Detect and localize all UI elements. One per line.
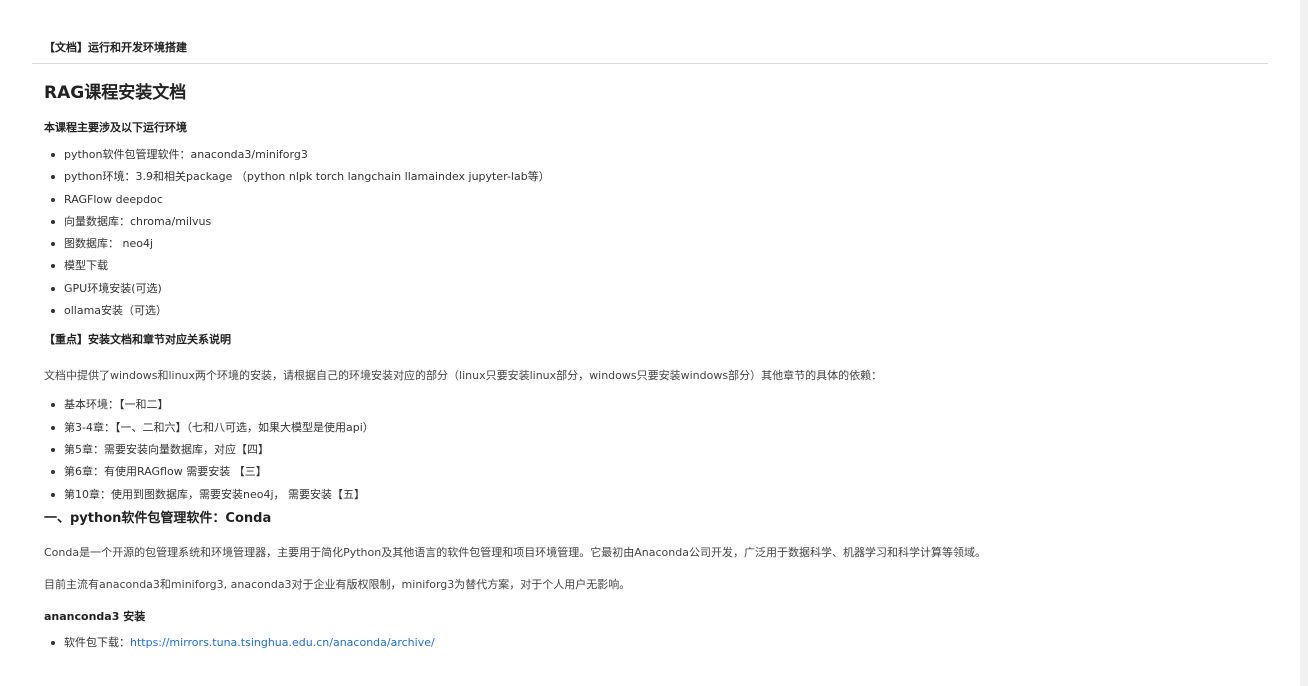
- list-item: 基本环境：【一和二】: [44, 394, 1268, 416]
- list-item: GPU环境安装(可选): [44, 278, 1268, 300]
- list-item: python软件包管理软件：anaconda3/miniforg3: [44, 144, 1268, 166]
- env-list: python软件包管理软件：anaconda3/miniforg3 python…: [44, 144, 1268, 322]
- doc-title: RAG课程安装文档: [44, 83, 187, 103]
- document-header: 【文档】运行和开发环境搭建: [32, 0, 1268, 64]
- document-page: 【文档】运行和开发环境搭建 RAG课程安装文档 本课程主要涉及以下运行环境 py…: [0, 0, 1308, 686]
- list-item: 第5章：需要安装向量数据库，对应【四】: [44, 439, 1268, 461]
- document-header-title: 【文档】运行和开发环境搭建: [44, 41, 187, 54]
- section-conda-title: 一、python软件包管理软件：Conda: [44, 510, 272, 526]
- download-link[interactable]: https://mirrors.tuna.tsinghua.edu.cn/ana…: [130, 636, 435, 649]
- list-item: 软件包下载：https://mirrors.tuna.tsinghua.edu.…: [44, 632, 1268, 654]
- document-body: RAG课程安装文档 本课程主要涉及以下运行环境 python软件包管理软件：an…: [32, 82, 1268, 654]
- list-item: 向量数据库：chroma/milvus: [44, 211, 1268, 233]
- chapter-list: 基本环境：【一和二】 第3-4章：【一、二和六】（七和八可选，如果大模型是使用a…: [44, 394, 1268, 505]
- list-item: RAGFlow deepdoc: [44, 189, 1268, 211]
- key-paragraph: 文档中提供了windows和linux两个环境的安装，请根据自己的环境安装对应的…: [44, 369, 883, 383]
- conda-paragraph-2: 目前主流有anaconda3和miniforg3, anaconda3对于企业有…: [44, 577, 631, 591]
- vertical-scrollbar[interactable]: [1300, 0, 1308, 686]
- key-heading: 【重点】安装文档和章节对应关系说明: [44, 333, 231, 347]
- list-item: 模型下载: [44, 255, 1268, 277]
- anaconda-install-heading: ananconda3 安装: [44, 609, 146, 623]
- list-item: ollama安装（可选）: [44, 300, 1268, 322]
- list-item: 第3-4章：【一、二和六】（七和八可选，如果大模型是使用api）: [44, 417, 1268, 439]
- intro-heading: 本课程主要涉及以下运行环境: [44, 121, 187, 134]
- list-item: python环境：3.9和相关package （python nlpk torc…: [44, 166, 1268, 188]
- list-item: 第10章：使用到图数据库，需要安装neo4j， 需要安装【五】: [44, 484, 1268, 506]
- list-item: 第6章：有使用RAGflow 需要安装 【三】: [44, 461, 1268, 483]
- conda-paragraph-1: Conda是一个开源的包管理系统和环境管理器，主要用于简化Python及其他语言…: [44, 545, 986, 559]
- download-label: 软件包下载：: [64, 635, 130, 649]
- list-item: 图数据库： neo4j: [44, 233, 1268, 255]
- download-list: 软件包下载：https://mirrors.tuna.tsinghua.edu.…: [44, 632, 1268, 654]
- document-content: 【文档】运行和开发环境搭建 RAG课程安装文档 本课程主要涉及以下运行环境 py…: [32, 0, 1268, 654]
